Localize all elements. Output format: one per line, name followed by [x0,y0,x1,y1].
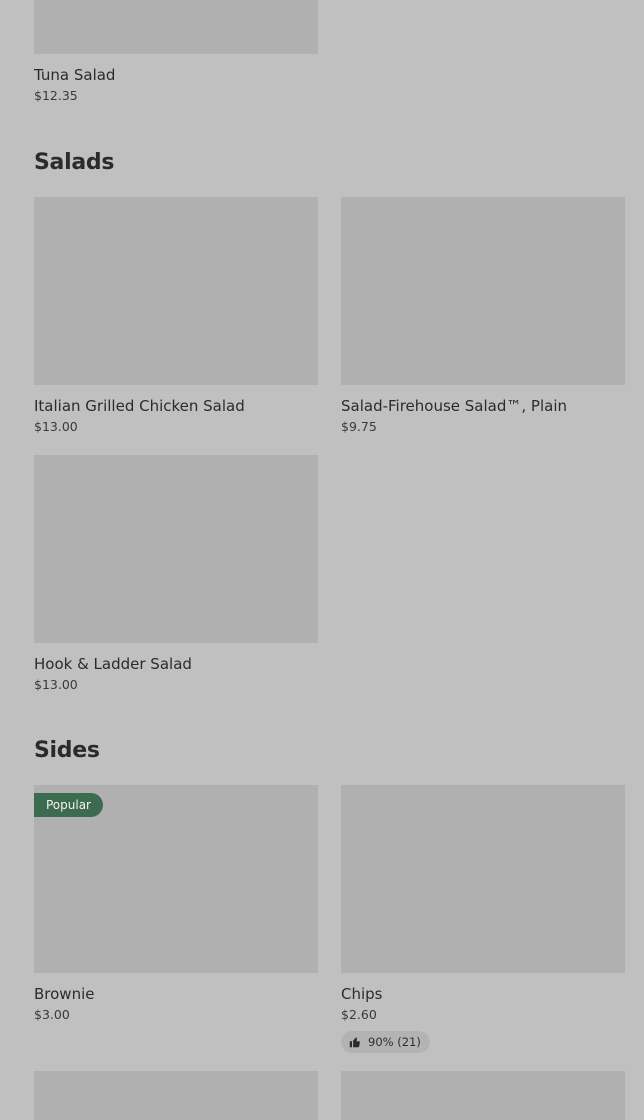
item-name: Tuna Salad [34,66,116,84]
item-name: Hook & Ladder Salad [34,655,192,673]
item-name: Chips [341,985,383,1003]
section-title-sides: Sides [34,738,100,763]
item-image[interactable] [34,455,318,643]
item-image[interactable] [341,1071,625,1120]
item-price: $13.00 [34,419,78,434]
item-image[interactable]: Popular [34,785,318,973]
rating-text: 90% (21) [368,1035,421,1049]
section-title-salads: Salads [34,150,115,175]
item-image[interactable] [341,785,625,973]
menu-item-chips[interactable]: Chips $2.60 90% (21) [341,785,625,1053]
item-name: Salad-Firehouse Salad™, Plain [341,397,567,415]
menu-item-partial[interactable] [34,1071,318,1120]
item-price: $3.00 [34,1007,70,1022]
popular-badge: Popular [34,793,103,817]
item-image[interactable] [34,0,318,54]
item-price: $12.35 [34,88,78,103]
thumbs-up-icon [349,1037,360,1048]
item-name: Brownie [34,985,95,1003]
menu-item-brownie[interactable]: Popular Brownie $3.00 [34,785,318,1023]
item-image[interactable] [34,1071,318,1120]
item-price: $9.75 [341,419,377,434]
item-price: $2.60 [341,1007,377,1022]
item-price: $13.00 [34,677,78,692]
item-image[interactable] [34,197,318,385]
item-image[interactable] [341,197,625,385]
menu-item-hook-ladder-salad[interactable]: Hook & Ladder Salad $13.00 [34,455,318,693]
menu-item-tuna-salad[interactable]: Tuna Salad $12.35 [34,0,318,104]
menu-item-italian-grilled-chicken-salad[interactable]: Italian Grilled Chicken Salad $13.00 [34,197,318,435]
item-name: Italian Grilled Chicken Salad [34,397,245,415]
menu-item-partial[interactable] [341,1071,625,1120]
menu-item-firehouse-salad-plain[interactable]: Salad-Firehouse Salad™, Plain $9.75 [341,197,625,435]
rating-badge: 90% (21) [341,1031,430,1053]
